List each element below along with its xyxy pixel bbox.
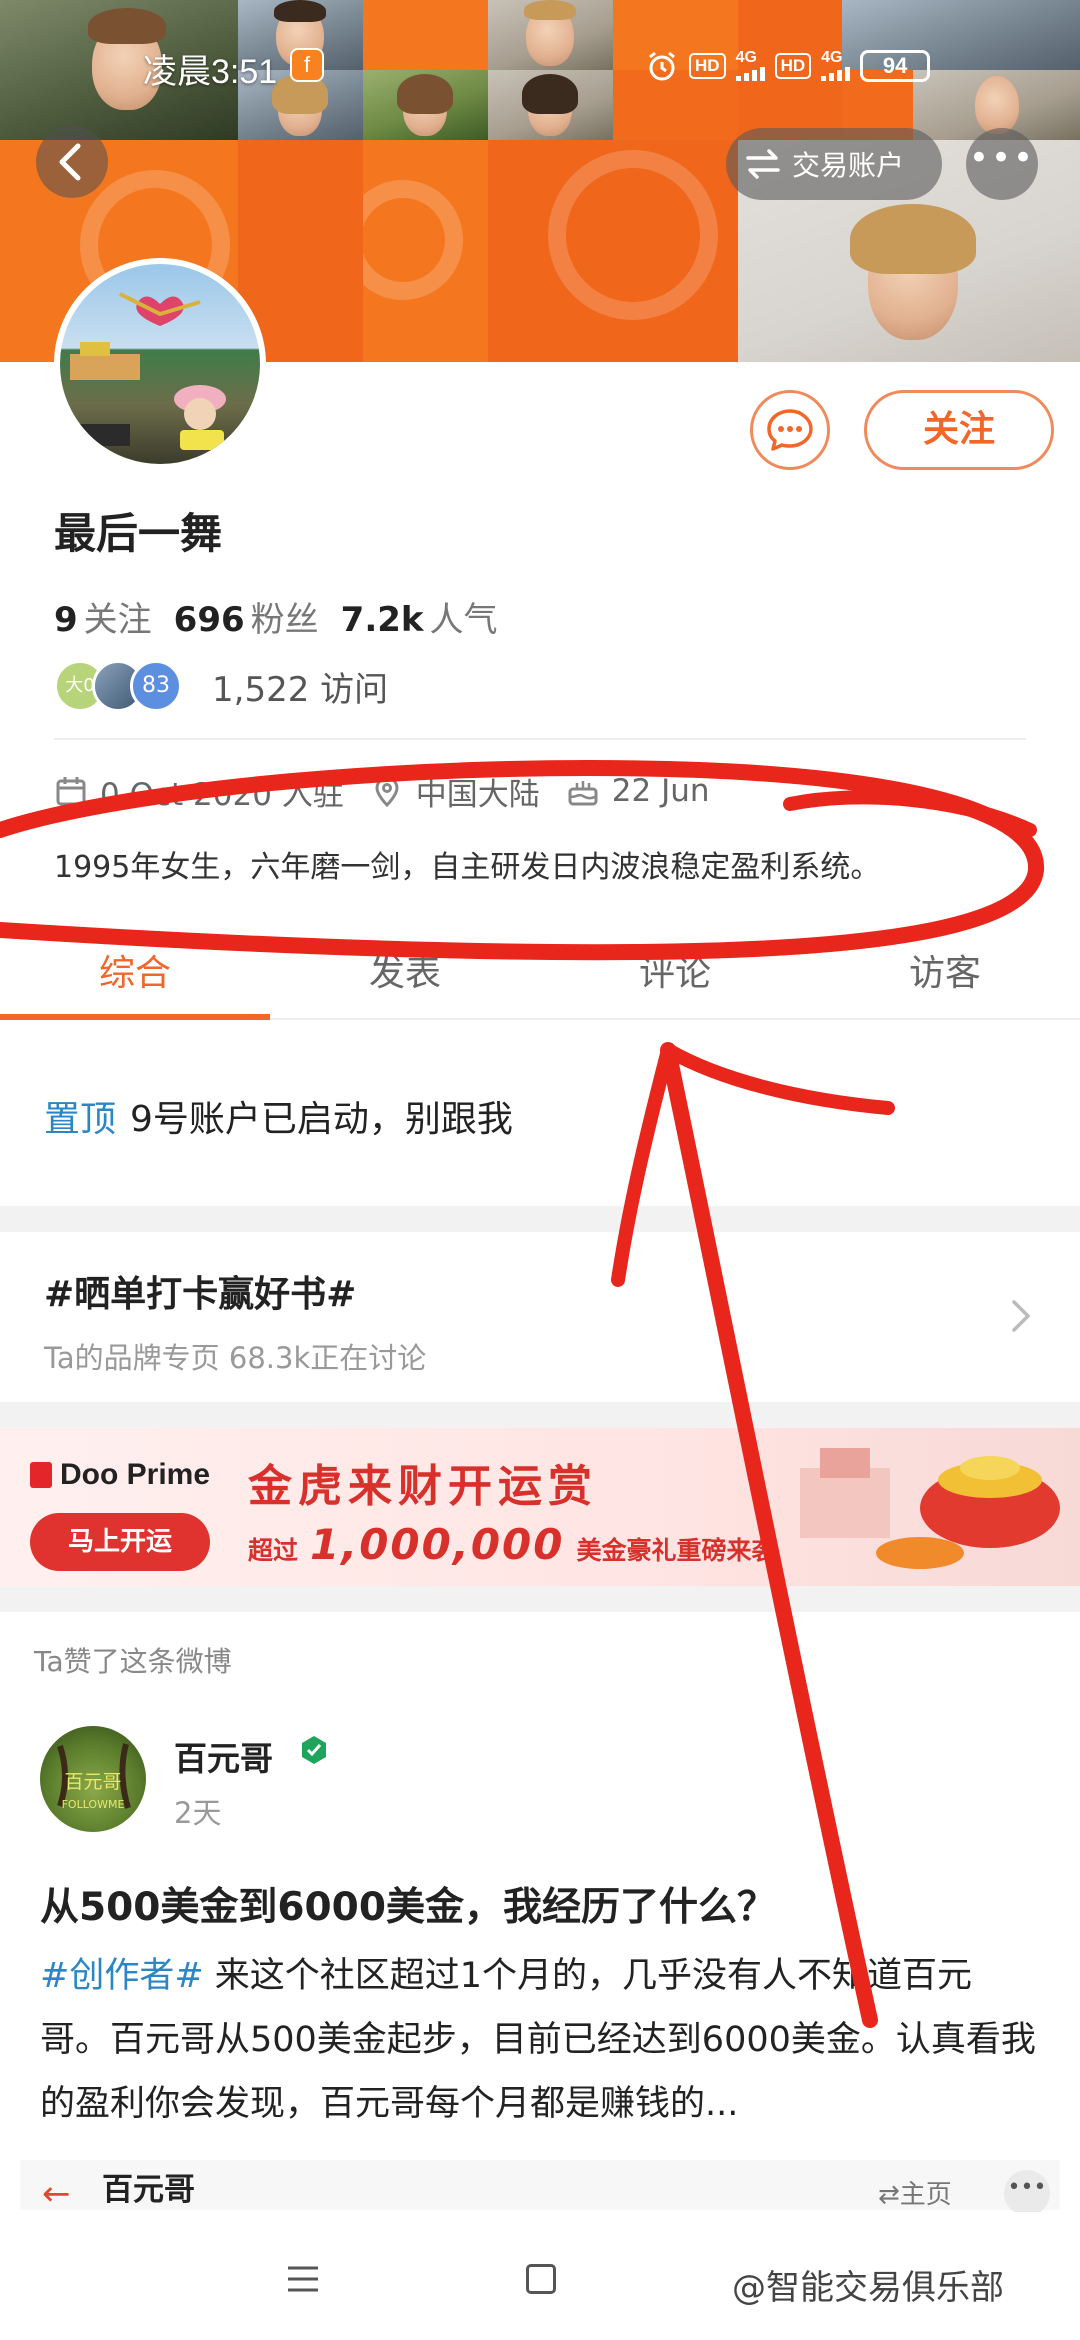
chevron-right-icon[interactable] [1006,1296,1036,1336]
pinned-text: 9号账户已启动，别跟我 [130,1099,513,1140]
signal-icon [735,65,765,81]
profile-bio: 1995年女生，六年磨一剑，自主研发日内波浪稳定盈利系统。 [54,850,881,885]
popularity-count: 7.2k [340,600,424,640]
post-time: 2天 [174,1796,222,1830]
avatar-image [70,292,226,450]
alarm-icon [649,51,675,81]
tab-overview[interactable]: 综合 [0,944,270,996]
ad-illustration [800,1448,1060,1569]
author-avatar[interactable]: 百元哥 FOLLOWME [40,1726,146,1832]
mini-more-button[interactable]: ••• [1004,2170,1050,2216]
tab-comments[interactable]: 评论 [540,944,810,996]
post-body[interactable]: #创作者# 来这个社区超过1个月的，几乎没有人不知道百元哥。百元哥从500美金起… [40,1944,1040,2136]
location-pin-icon [375,776,399,808]
verified-badge-icon [302,1736,326,1764]
fans-label: 粉丝 [250,600,319,640]
author-name[interactable]: 百元哥 [174,1732,273,1780]
chat-bubble-icon [767,409,813,451]
divider [54,738,1026,740]
doo-prime-logo-icon [30,1462,52,1488]
fans-count: 696 [173,600,245,640]
trade-account-label: 交易账户 [792,149,905,182]
home-link[interactable]: ⇄主页 [878,2174,952,2211]
system-nav-bar: @智能交易俱乐部 [0,2212,1080,2340]
chevron-left-icon [59,143,81,181]
following-stat[interactable]: 9 关注 [54,592,152,641]
back-arrow-icon[interactable]: ← [42,2174,71,2214]
app-notification-icon: f [290,48,324,82]
trade-account-button[interactable]: 交易账户 [726,128,942,200]
status-time: 凌晨3:51 [143,53,278,91]
tab-visitors[interactable]: 访客 [810,944,1080,996]
author-avatar-sub: FOLLOWME [62,1798,125,1811]
pinned-tag: 置顶 [44,1099,117,1140]
ad-brand: Doo Prime [30,1458,210,1492]
watermark: @智能交易俱乐部 [732,2268,1004,2308]
avatar[interactable] [54,258,266,470]
mini-profile-bar: ← 百元哥 ⇄主页 ••• [20,2160,1060,2216]
annotation-arrow-head-right [661,1043,895,1115]
annotation-ellipse-top [783,790,1037,837]
section-gap [0,1206,1080,1232]
back-button[interactable] [36,126,108,198]
post-hashtag[interactable]: #创作者# [40,1956,204,1996]
follow-button[interactable]: 关注 [864,390,1054,470]
joined-date: 0 Oct 2020 入驻 [100,776,344,813]
network-type: 4G [735,49,757,66]
ad-line-prefix: 超过 [248,1536,299,1565]
active-tab-indicator [0,1014,270,1020]
fans-stat[interactable]: 696 粉丝 [174,592,319,641]
location: 中国大陆 [415,776,540,813]
tab-posts[interactable]: 发表 [270,944,540,996]
battery-icon: 94 [860,50,931,82]
calendar-icon [56,777,86,806]
profile-meta: 0 Oct 2020 入驻 中国大陆 22 Jun [54,766,710,816]
hd-badge: HD [689,53,726,79]
visits-count: 1,522 访问 [212,669,389,710]
annotation-arrow-head-left [611,1043,675,1287]
profile-stats: 9 关注 696 粉丝 7.2k 人气 [54,592,498,641]
ad-brand-name: Doo Prime [60,1458,211,1491]
popularity-label: 人气 [429,600,498,640]
visitors-row[interactable]: 大0 83 1,522 访问 [54,656,388,716]
status-bar: 凌晨3:51 f HD 4G HD 4G 94 [0,40,1080,91]
swap-arrows-icon [746,149,780,179]
ad-banner[interactable]: Doo Prime 马上开运 金虎来财开运赏 超过 1,000,000 美金豪礼… [0,1428,1080,1586]
network-type: 4G [821,49,843,66]
message-button[interactable] [750,390,830,470]
following-count: 9 [54,600,78,640]
more-button[interactable]: ••• [966,128,1038,200]
ad-headline: 金虎来财开运赏 [248,1461,598,1512]
popularity-stat: 7.2k 人气 [341,592,498,641]
menu-icon[interactable] [286,2264,320,2294]
section-gap [0,1586,1080,1612]
profile-tabs: 综合 发表 评论 访客 [0,930,1080,1020]
ad-subline: 超过 1,000,000 美金豪礼重磅来袭 [248,1520,777,1569]
ad-cta-button[interactable]: 马上开运 [30,1513,210,1571]
cake-icon [568,781,598,806]
section-gap [0,1402,1080,1428]
author-avatar-text: 百元哥 [64,1771,121,1793]
profile-name: 最后一舞 [54,509,223,558]
topic-subtitle: Ta的品牌专页 68.3k正在讨论 [44,1341,427,1375]
liked-note: Ta赞了这条微博 [34,1645,232,1678]
ad-line-suffix: 美金豪礼重磅来袭 [576,1536,777,1565]
post-title[interactable]: 从500美金到6000美金，我经历了什么？ [40,1876,776,1932]
birthday: 22 Jun [611,773,710,809]
ad-amount: 1,000,000 [310,1520,565,1569]
author-avatar-image: 百元哥 FOLLOWME [57,1743,131,1811]
signal-icon [821,65,851,81]
hd-badge: HD [774,53,812,79]
mini-bar-name: 百元哥 [102,2172,195,2208]
topic-card[interactable]: #晒单打卡赢好书# Ta的品牌专页 68.3k正在讨论 [44,1265,426,1377]
home-square-icon[interactable] [526,2264,556,2294]
visitor-avatar: 83 [130,660,182,712]
topic-title: #晒单打卡赢好书# [44,1274,357,1315]
following-label: 关注 [83,600,152,640]
pinned-post[interactable]: 置顶 9号账户已启动，别跟我 [44,1090,513,1142]
